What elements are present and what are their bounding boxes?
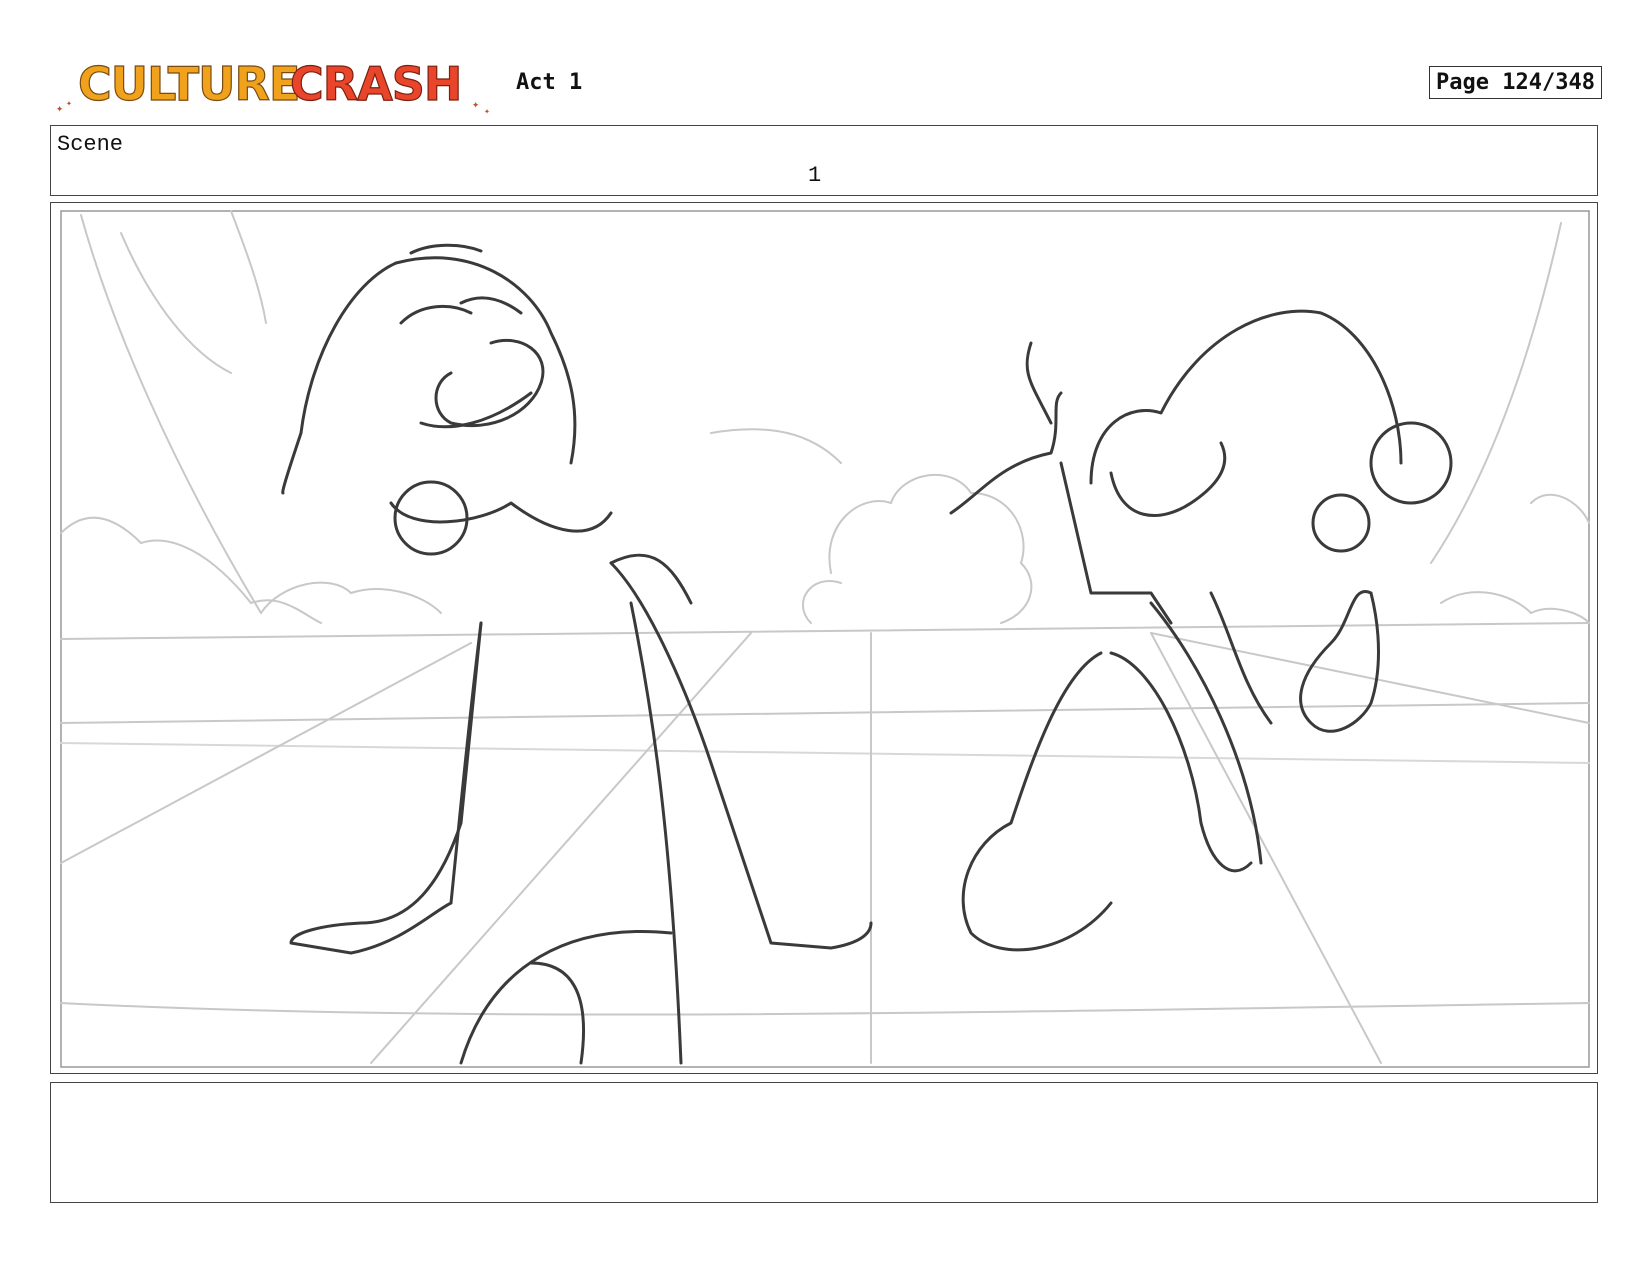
svg-text:✦: ✦ [66,98,72,109]
storyboard-sketch-drawing [60,210,1590,1068]
scene-number: 1 [808,163,822,188]
svg-text:✦: ✦ [56,101,63,115]
act-label: Act 1 [516,70,583,95]
scene-box: Scene 1 [50,125,1598,196]
notes-text [51,1083,1597,1095]
svg-text:CULTURE: CULTURE [78,57,299,111]
svg-text:✦: ✦ [472,97,479,111]
notes-box [50,1082,1598,1203]
page-counter: Page 124/348 [1429,66,1602,99]
culture-crash-logo: CULTURE CRASH ✦ ✦ ✦ ✦ [54,48,494,120]
scene-label: Scene [57,132,124,157]
storyboard-panel [50,202,1598,1074]
svg-text:CRASH: CRASH [290,57,461,111]
svg-text:✦: ✦ [484,106,490,117]
